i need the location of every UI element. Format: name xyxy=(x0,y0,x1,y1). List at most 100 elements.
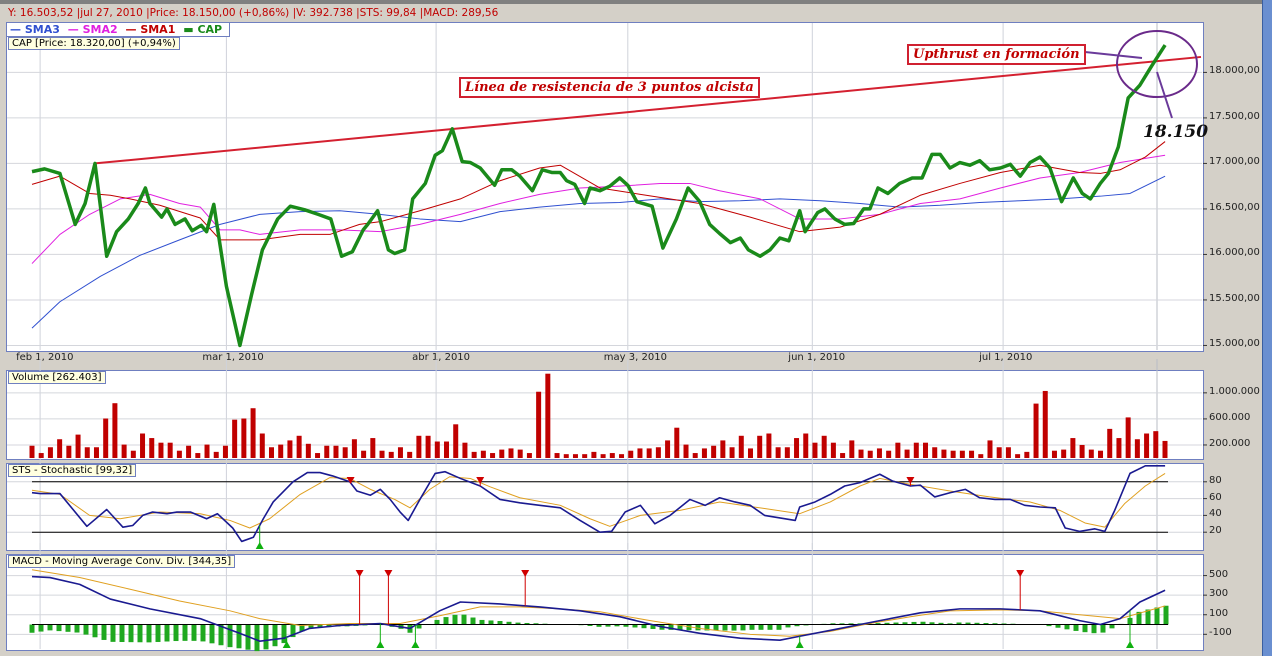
volume-bar xyxy=(517,449,523,458)
volume-bar xyxy=(93,447,99,458)
volume-bar xyxy=(904,449,910,458)
volume-bar xyxy=(628,450,634,458)
legend-sma1[interactable]: — SMA1 xyxy=(125,23,175,36)
volume-bar xyxy=(1088,449,1094,458)
macd-histogram-bar xyxy=(461,614,467,625)
macd-histogram-bar xyxy=(155,624,161,642)
volume-bar xyxy=(57,439,63,458)
volume-bar xyxy=(84,447,90,458)
macd-histogram-bar xyxy=(1064,624,1070,630)
stochastic-panel-title: STS - Stochastic [99,32] xyxy=(8,464,137,477)
volume-bar xyxy=(1134,439,1140,458)
series-legend: — SMA3 — SMA2 — SMA1 ▬ CAP xyxy=(6,22,231,37)
volume-bar xyxy=(858,449,864,458)
buy-signal-marker xyxy=(1126,641,1134,648)
macd-histogram-bar xyxy=(1073,624,1079,631)
volume-bar xyxy=(1061,449,1067,458)
upthrust-annotation: Upthrust en formación xyxy=(907,44,1086,65)
macd-histogram-bar xyxy=(56,624,62,632)
volume-bar xyxy=(1042,390,1048,458)
volume-bar xyxy=(720,440,726,458)
volume-bar xyxy=(729,447,735,458)
volume-bar xyxy=(315,453,321,458)
macd-histogram-bar xyxy=(47,624,53,631)
volume-bar xyxy=(241,418,247,458)
volume-bar xyxy=(1144,433,1150,458)
volume-bar xyxy=(508,448,514,458)
volume-bar xyxy=(536,391,542,458)
volume-bar xyxy=(278,444,284,458)
macd-histogram-bar xyxy=(272,624,278,647)
legend-sma2[interactable]: — SMA2 xyxy=(68,23,118,36)
volume-bar xyxy=(121,444,127,458)
volume-bar xyxy=(941,449,947,458)
volume-bar xyxy=(140,433,146,458)
volume-bar xyxy=(416,435,422,458)
volume-bar xyxy=(425,435,431,458)
sell-signal-marker xyxy=(476,477,485,484)
macd-histogram-bar xyxy=(722,624,728,631)
macd-histogram-bar xyxy=(470,617,476,625)
macd-histogram-bar xyxy=(1100,624,1106,633)
macd-histogram-bar xyxy=(263,624,269,650)
macd-histogram-bar xyxy=(101,624,107,640)
volume-bar xyxy=(701,448,707,458)
volume-bar xyxy=(1015,454,1021,458)
macd-histogram-bar xyxy=(1082,624,1088,633)
volume-bar xyxy=(1070,438,1076,458)
volume-bar xyxy=(287,440,293,458)
volume-bar xyxy=(895,442,901,458)
volume-bar xyxy=(886,450,892,458)
volume-bar xyxy=(1125,417,1131,458)
volume-bar xyxy=(462,442,468,458)
macd-histogram-bar xyxy=(164,624,170,642)
volume-bar xyxy=(388,451,394,458)
macd-histogram-bar xyxy=(146,624,152,643)
macd-histogram-bar xyxy=(758,624,764,630)
volume-bar xyxy=(987,440,993,458)
volume-bar xyxy=(794,438,800,458)
volume-bar xyxy=(490,453,496,458)
volume-bar xyxy=(582,454,588,458)
volume-bar xyxy=(397,447,403,458)
volume-bar xyxy=(526,453,532,458)
macd-histogram-bar xyxy=(749,624,755,630)
volume-bar xyxy=(812,442,818,458)
volume-bar xyxy=(186,445,192,458)
volume-bar xyxy=(149,438,155,458)
macd-histogram-bar xyxy=(254,624,260,652)
macd-histogram-bar xyxy=(281,624,287,644)
volume-bar xyxy=(609,453,615,458)
volume-bar xyxy=(545,373,551,458)
volume-bar xyxy=(471,451,477,458)
buy-signal-marker xyxy=(376,641,385,648)
volume-bar xyxy=(572,454,578,458)
macd-histogram-bar xyxy=(83,624,89,635)
macd-histogram-bar xyxy=(200,624,206,642)
volume-bar xyxy=(434,441,440,458)
buy-signal-marker xyxy=(255,542,264,549)
volume-bar xyxy=(176,450,182,458)
volume-bar xyxy=(665,440,671,458)
macd-histogram-bar xyxy=(434,619,440,625)
volume-bar xyxy=(324,445,330,458)
macd-histogram-bar xyxy=(74,624,80,633)
volume-bar xyxy=(1098,450,1104,458)
volume-bar xyxy=(932,447,938,458)
macd-histogram-bar xyxy=(1091,624,1097,634)
volume-bar xyxy=(305,443,311,458)
volume-bar xyxy=(379,450,385,458)
volume-bar xyxy=(480,450,486,458)
macd-histogram-bar xyxy=(767,624,773,630)
legend-sma3[interactable]: — SMA3 xyxy=(10,23,60,36)
volume-bar xyxy=(747,448,753,458)
sell-signal-marker xyxy=(906,477,915,484)
volume-bar xyxy=(1033,403,1039,458)
macd-histogram-bar xyxy=(1154,607,1160,625)
legend-cap[interactable]: ▬ CAP xyxy=(183,23,222,36)
volume-bar xyxy=(250,408,256,458)
volume-bar xyxy=(38,453,44,458)
volume-bar xyxy=(259,433,265,458)
macd-histogram-bar xyxy=(92,624,98,638)
macd-histogram-bar xyxy=(119,624,125,643)
